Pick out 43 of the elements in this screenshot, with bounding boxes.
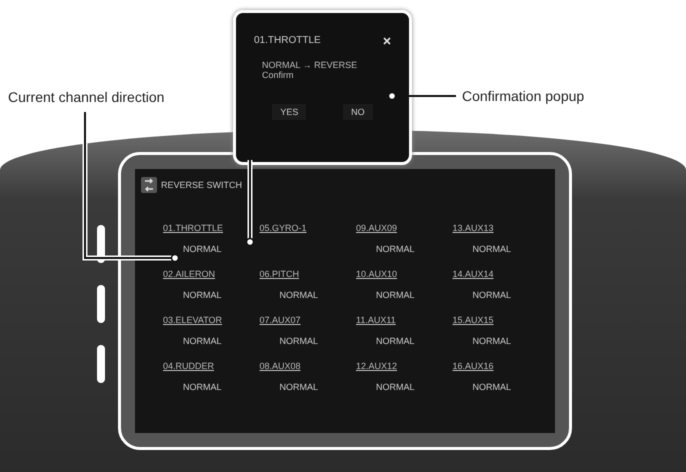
channel-direction[interactable]: NORMAL [183,290,222,300]
channel-direction[interactable]: NORMAL [183,244,222,254]
channel-name: 10.AUX10 [356,269,398,279]
close-icon[interactable] [383,36,391,44]
channel-name: 12.AUX12 [356,361,398,371]
popup-button[interactable]: NO [343,104,373,120]
channel-name: 04.RUDDER [163,361,214,371]
channel-name: 06.PITCH [260,269,300,279]
channel-name: 01.THROTTLE [163,223,224,233]
channel-name: 05.GYRO-1 [260,223,307,233]
channel-direction[interactable]: NORMAL [280,382,318,392]
popup-prompt: Confirm [262,70,294,80]
channel-direction[interactable]: NORMAL [376,244,415,254]
popup-message: NORMAL → REVERSE [262,60,358,70]
callout-label: Current channel direction [8,89,164,105]
reverse-arrows-icon [141,177,157,193]
channel-direction[interactable]: NORMAL [280,290,318,300]
channel-direction[interactable]: NORMAL [472,336,512,346]
popup-title: 01.THROTTLE [254,35,321,46]
channel-name: 03.ELEVATOR [163,315,222,325]
channel-name: 11.AUX11 [356,315,396,325]
channel-name: 09.AUX09 [356,223,398,233]
side-button[interactable] [97,345,105,383]
channel-direction[interactable]: NORMAL [376,336,415,346]
channel-direction[interactable]: NORMAL [183,382,222,392]
channel-direction[interactable]: NORMAL [376,290,415,300]
channel-direction[interactable]: NORMAL [472,382,512,392]
channel-direction[interactable]: NORMAL [472,244,512,254]
side-button[interactable] [97,285,105,323]
channel-direction[interactable]: NORMAL [183,336,222,346]
callout-label: Confirmation popup [462,88,584,104]
channel-name: 14.AUX14 [452,269,494,279]
channel-name: 07.AUX07 [260,315,301,325]
channel-name: 15.AUX15 [452,315,494,325]
popup-button[interactable]: YES [272,104,306,120]
channel-name: 16.AUX16 [452,361,494,371]
channel-name: 13.AUX13 [452,223,494,233]
channel-name: 08.AUX08 [260,361,301,371]
channel-direction[interactable]: NORMAL [472,290,512,300]
screen-title: REVERSE SWITCH [161,180,242,190]
channel-direction[interactable]: NORMAL [376,382,415,392]
channel-direction[interactable]: NORMAL [280,336,318,346]
channel-name: 02.AILERON [163,269,216,279]
